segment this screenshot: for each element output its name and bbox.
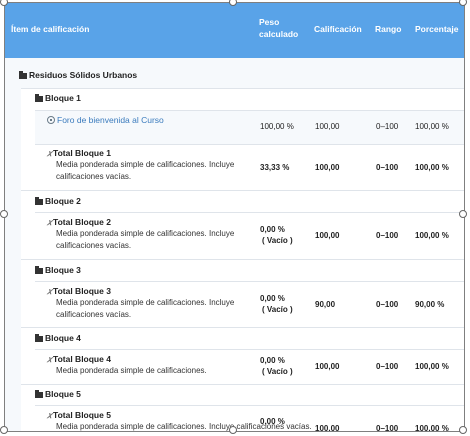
header-weight-line1: Peso [259,17,280,27]
total-bloque-5-grade: 100,00 [315,424,340,432]
forum-item-row-title[interactable]: Foro de bienvenida al Curso [47,114,164,126]
total-bloque-3-grade: 90,00 [315,300,336,309]
total-title-text: Total Bloque 3 [53,286,111,296]
folder-icon [19,71,27,79]
row-divider [21,327,464,328]
category-bloque-3[interactable]: Bloque 3 [35,264,81,276]
row-divider [35,212,464,213]
total-bloque-1-weight: 33,33 % [260,163,290,172]
category-bloque-2[interactable]: Bloque 2 [35,195,81,207]
calculator-icon: 𝑥 [47,217,53,227]
table-header: Ítem de calificación Peso calculado Cali… [5,3,464,58]
row-divider [35,281,464,282]
total-title-text: Total Bloque 2 [53,217,111,227]
calculator-icon: 𝑥 [47,286,53,296]
folder-icon [35,266,43,274]
grade-report-table: Ítem de calificación Peso calculado Cali… [4,2,465,432]
category-bloque-4[interactable]: Bloque 4 [35,332,81,344]
folder-icon [35,197,43,205]
total-bloque-2-range: 0–100 [376,231,399,240]
row-divider [35,349,464,350]
resize-handle-middle-left[interactable] [0,210,8,218]
header-weight-column[interactable]: Peso calculado [259,16,298,40]
total-bloque-4-range: 0–100 [376,362,399,371]
total-bloque-5-title: 𝑥Total Bloque 5 [47,409,111,421]
total-bloque-2-percent: 100,00 % [415,231,449,240]
resize-handle-bottom-left[interactable] [0,426,8,434]
total-bloque-4-title: 𝑥Total Bloque 4 [47,353,111,365]
total-bloque-3-range: 0–100 [376,300,399,309]
header-weight-line2: calculado [259,29,299,39]
forum-icon [47,116,55,124]
total-bloque-1-title: 𝑥Total Bloque 1 [47,147,111,159]
total-bloque-5-weight: 0,00 % [260,417,285,426]
folder-icon [35,94,43,102]
forum-percent: 100,00 % [415,122,449,131]
header-item-column[interactable]: Ítem de calificación [11,23,89,35]
total-title-text: Total Bloque 1 [53,148,111,158]
calculator-icon: 𝑥 [47,410,53,420]
category-bloque-1[interactable]: Bloque 1 [35,92,81,104]
calculator-icon: 𝑥 [47,148,53,158]
resize-handle-bottom-right[interactable] [459,426,467,434]
total-title-text: Total Bloque 4 [53,354,111,364]
forum-weight: 100,00 % [260,122,294,131]
total-bloque-2-title: 𝑥Total Bloque 2 [47,216,111,228]
category-name: Bloque 4 [45,333,81,343]
folder-icon [35,334,43,342]
course-name: Residuos Sólidos Urbanos [29,70,138,80]
row-divider [35,144,464,145]
forum-grade: 100,00 [315,122,340,131]
total-bloque-2-description: Media ponderada simple de calificaciones… [56,229,235,250]
row-divider [21,190,464,191]
total-bloque-5-range: 0–100 [376,424,399,432]
forum-range: 0–100 [376,122,399,131]
total-bloque-1-range: 0–100 [376,163,399,172]
row-divider [21,88,464,89]
resize-handle-top-right[interactable] [459,0,467,6]
total-bloque-1-grade: 100,00 [315,163,340,172]
total-bloque-4-description: Media ponderada simple de calificaciones… [56,366,207,375]
total-bloque-1-description: Media ponderada simple de calificaciones… [56,160,235,181]
total-bloque-1-percent: 100,00 % [415,163,449,172]
header-range-column[interactable]: Rango [375,23,401,35]
calculator-icon: 𝑥 [47,354,53,364]
course-category[interactable]: Residuos Sólidos Urbanos [19,69,137,81]
folder-icon [35,390,43,398]
total-bloque-3-title: 𝑥Total Bloque 3 [47,285,111,297]
category-name: Bloque 5 [45,389,81,399]
category-name: Bloque 1 [45,93,81,103]
resize-handle-middle-right[interactable] [459,210,467,218]
resize-handle-bottom-center[interactable] [229,426,237,434]
category-bloque-5[interactable]: Bloque 5 [35,388,81,400]
header-grade-column[interactable]: Calificación [314,23,362,35]
course-indent-background [5,58,21,431]
total-bloque-3-weight-note: ( Vacío ) [262,305,293,314]
row-divider [21,259,464,260]
row-divider [35,405,464,406]
forum-item-link[interactable]: Foro de bienvenida al Curso [57,115,164,125]
header-percent-column[interactable]: Porcentaje [415,23,458,35]
total-bloque-4-weight-note: ( Vacío ) [262,367,293,376]
total-bloque-4-percent: 100,00 % [415,362,449,371]
category-name: Bloque 3 [45,265,81,275]
row-divider [21,384,464,385]
total-title-text: Total Bloque 5 [53,410,111,420]
total-bloque-4-grade: 100,00 [315,362,340,371]
total-bloque-3-description: Media ponderada simple de calificaciones… [56,298,235,319]
total-bloque-3-percent: 90,00 % [415,300,445,309]
total-bloque-2-grade: 100,00 [315,231,340,240]
category-name: Bloque 2 [45,196,81,206]
total-bloque-5-percent: 100,00 % [415,424,449,432]
total-bloque-2-weight-note: ( Vacío ) [262,236,293,245]
